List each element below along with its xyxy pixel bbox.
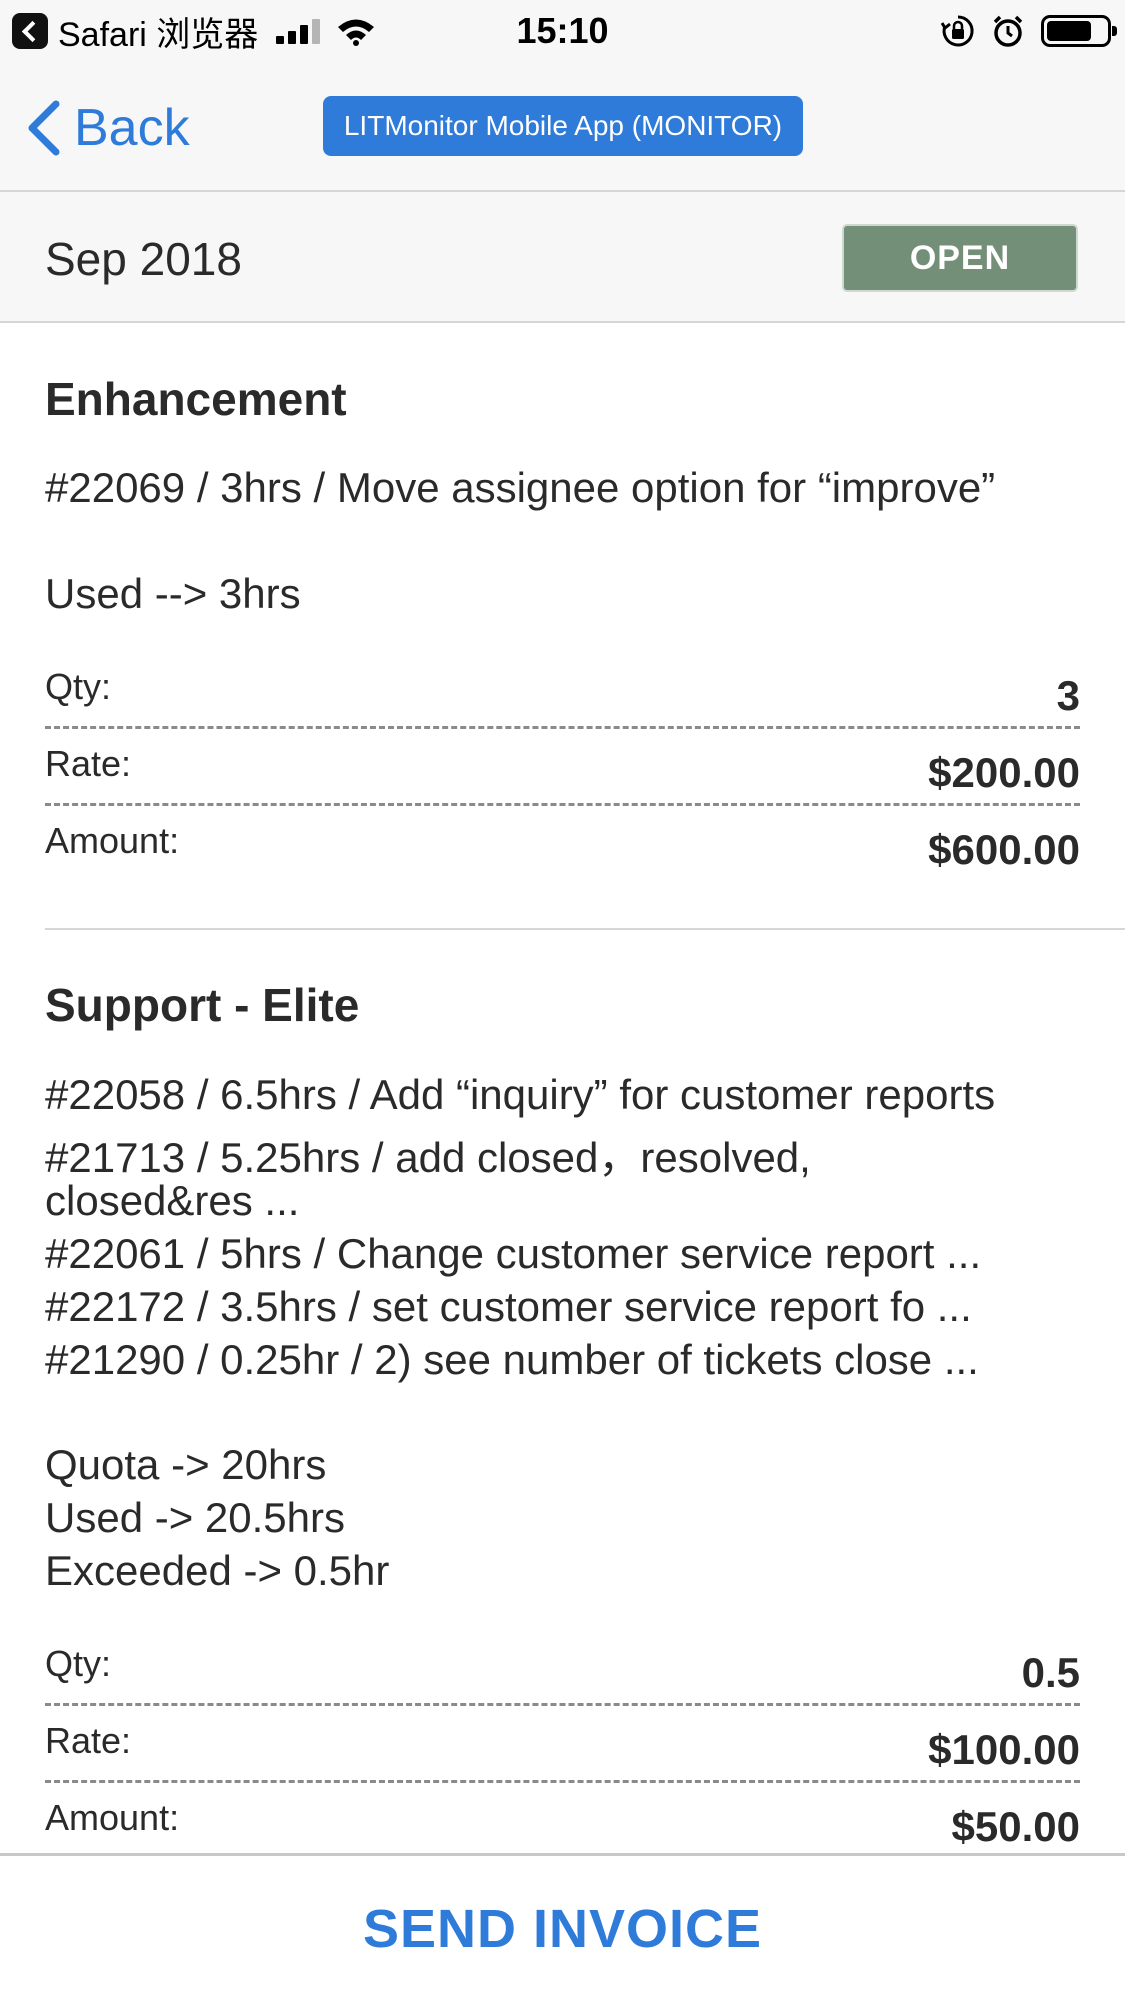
section-line: #22069 / 3hrs / Move assignee option for…: [45, 464, 996, 511]
chevron-left-icon: [28, 100, 60, 156]
battery-level-fill: [1047, 21, 1091, 41]
amount-label: Amount:: [45, 820, 180, 861]
section-line: Used --> 3hrs: [45, 570, 301, 617]
section-line: #22172 / 3.5hrs / set customer service r…: [45, 1283, 972, 1330]
section-title-enhancement: Enhancement: [45, 373, 347, 425]
status-bar-right: [941, 12, 1117, 50]
section-line: #21290 / 0.25hr / 2) see number of ticke…: [45, 1336, 979, 1383]
section-line: #21713 / 5.25hrs / add closed，resolved,: [45, 1134, 811, 1181]
qty-label: Qty:: [45, 1643, 112, 1684]
qty-row: Qty: 0.5: [45, 1629, 1080, 1706]
amount-value: $600.00: [928, 826, 1080, 873]
qty-value: 0.5: [1021, 1649, 1080, 1696]
rate-value: $100.00: [928, 1726, 1080, 1773]
back-button-label: Back: [74, 99, 190, 157]
app-title-badge: LITMonitor Mobile App (MONITOR): [323, 96, 803, 156]
battery-icon: [1041, 15, 1117, 47]
section-line: Used -> 20.5hrs: [45, 1494, 345, 1541]
navigation-bar: Back LITMonitor Mobile App (MONITOR): [0, 62, 1125, 192]
period-label: Sep 2018: [45, 233, 242, 285]
section-title-support-elite: Support - Elite: [45, 979, 360, 1031]
rotation-lock-icon: [941, 15, 974, 47]
section-divider: [45, 928, 1125, 930]
qty-row: Qty: 3: [45, 652, 1080, 729]
amount-row: Amount: $50.00: [45, 1783, 1080, 1860]
rate-value: $200.00: [928, 749, 1080, 796]
amount-row: Amount: $600.00: [45, 806, 1080, 883]
status-badge: OPEN: [842, 224, 1078, 292]
send-invoice-button[interactable]: SEND INVOICE: [0, 1853, 1125, 2001]
rate-row: Rate: $200.00: [45, 729, 1080, 806]
amount-label: Amount:: [45, 1797, 180, 1838]
rate-label: Rate:: [45, 743, 132, 784]
section-line: closed&res ...: [45, 1177, 300, 1224]
status-bar: Safari 浏览器 15:10: [0, 0, 1125, 62]
section-line: #22058 / 6.5hrs / Add “inquiry” for cust…: [45, 1071, 996, 1118]
qty-value: 3: [1056, 672, 1080, 719]
send-invoice-label: SEND INVOICE: [362, 1898, 763, 1959]
amount-value: $50.00: [951, 1803, 1080, 1850]
section-line: #22061 / 5hrs / Change customer service …: [45, 1230, 982, 1277]
section-line: Quota -> 20hrs: [45, 1441, 327, 1488]
rate-row: Rate: $100.00: [45, 1706, 1080, 1783]
period-header: Sep 2018 OPEN: [0, 192, 1125, 323]
rate-label: Rate:: [45, 1720, 132, 1761]
section-line: Exceeded -> 0.5hr: [45, 1547, 390, 1594]
qty-label: Qty:: [45, 666, 112, 707]
back-button[interactable]: Back: [22, 98, 190, 158]
alarm-icon: [993, 15, 1023, 47]
